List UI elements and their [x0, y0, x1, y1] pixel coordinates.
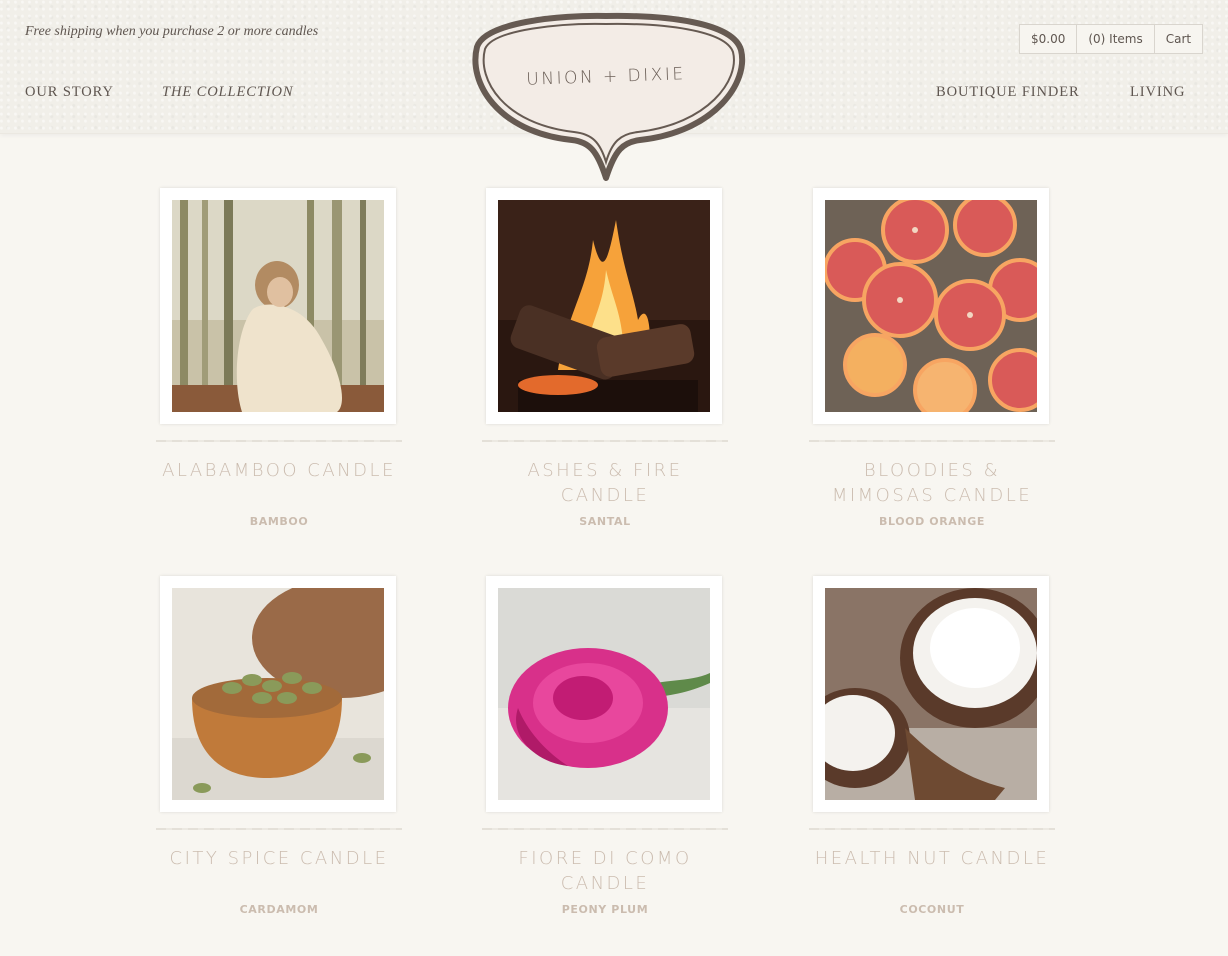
free-shipping-promo: Free shipping when you purchase 2 or mor… [25, 24, 319, 39]
product-image-frame[interactable] [813, 188, 1049, 424]
product-name[interactable]: City Spice Candle [156, 846, 402, 871]
product-photo-fireplace [498, 200, 710, 412]
cart-total[interactable]: $0.00 [1020, 25, 1076, 53]
product-photo-cardamom-bowl [172, 588, 384, 800]
logo-badge-icon [472, 12, 746, 181]
card-divider [809, 440, 1055, 442]
product-name[interactable]: Bloodies & Mimosas Candle [809, 458, 1055, 508]
product-image-frame[interactable] [160, 576, 396, 812]
product-photo-bamboo-forest [172, 200, 384, 412]
union-dixie-logo[interactable]: UNION + DIXIE [465, 12, 747, 186]
nav-the-collection[interactable]: The Collection [162, 84, 293, 101]
nav-living[interactable]: Living [1130, 84, 1185, 101]
product-name[interactable]: Ashes & Fire Candle [482, 458, 728, 508]
product-name[interactable]: Health Nut Candle [809, 846, 1055, 871]
product-image-frame[interactable] [486, 188, 722, 424]
product-image-frame[interactable] [813, 576, 1049, 812]
product-photo-blood-oranges [825, 200, 1037, 412]
product-scent: BLOOD ORANGE [879, 515, 985, 528]
nav-our-story[interactable]: Our Story [25, 84, 114, 101]
product-scent: CARDAMOM [239, 903, 319, 916]
nav-boutique-finder[interactable]: Boutique Finder [936, 84, 1080, 101]
cart-link[interactable]: Cart [1153, 25, 1202, 53]
product-scent: PEONY PLUM [561, 903, 649, 916]
product-scent: SANTAL [579, 515, 631, 528]
cart-summary: $0.00 (0) Items Cart [1019, 24, 1204, 54]
card-divider [156, 440, 402, 442]
product-name[interactable]: Alabamboo Candle [156, 458, 402, 483]
product-scent: COCONUT [899, 903, 965, 916]
card-divider [156, 828, 402, 830]
product-scent: BAMBOO [249, 515, 309, 528]
card-divider [482, 440, 728, 442]
product-photo-peony [498, 588, 710, 800]
product-image-frame[interactable] [486, 576, 722, 812]
product-image-frame[interactable] [160, 188, 396, 424]
product-name[interactable]: Fiore di Como Candle [482, 846, 728, 896]
product-photo-coconut [825, 588, 1037, 800]
card-divider [809, 828, 1055, 830]
cart-item-count[interactable]: (0) Items [1076, 25, 1153, 53]
card-divider [482, 828, 728, 830]
